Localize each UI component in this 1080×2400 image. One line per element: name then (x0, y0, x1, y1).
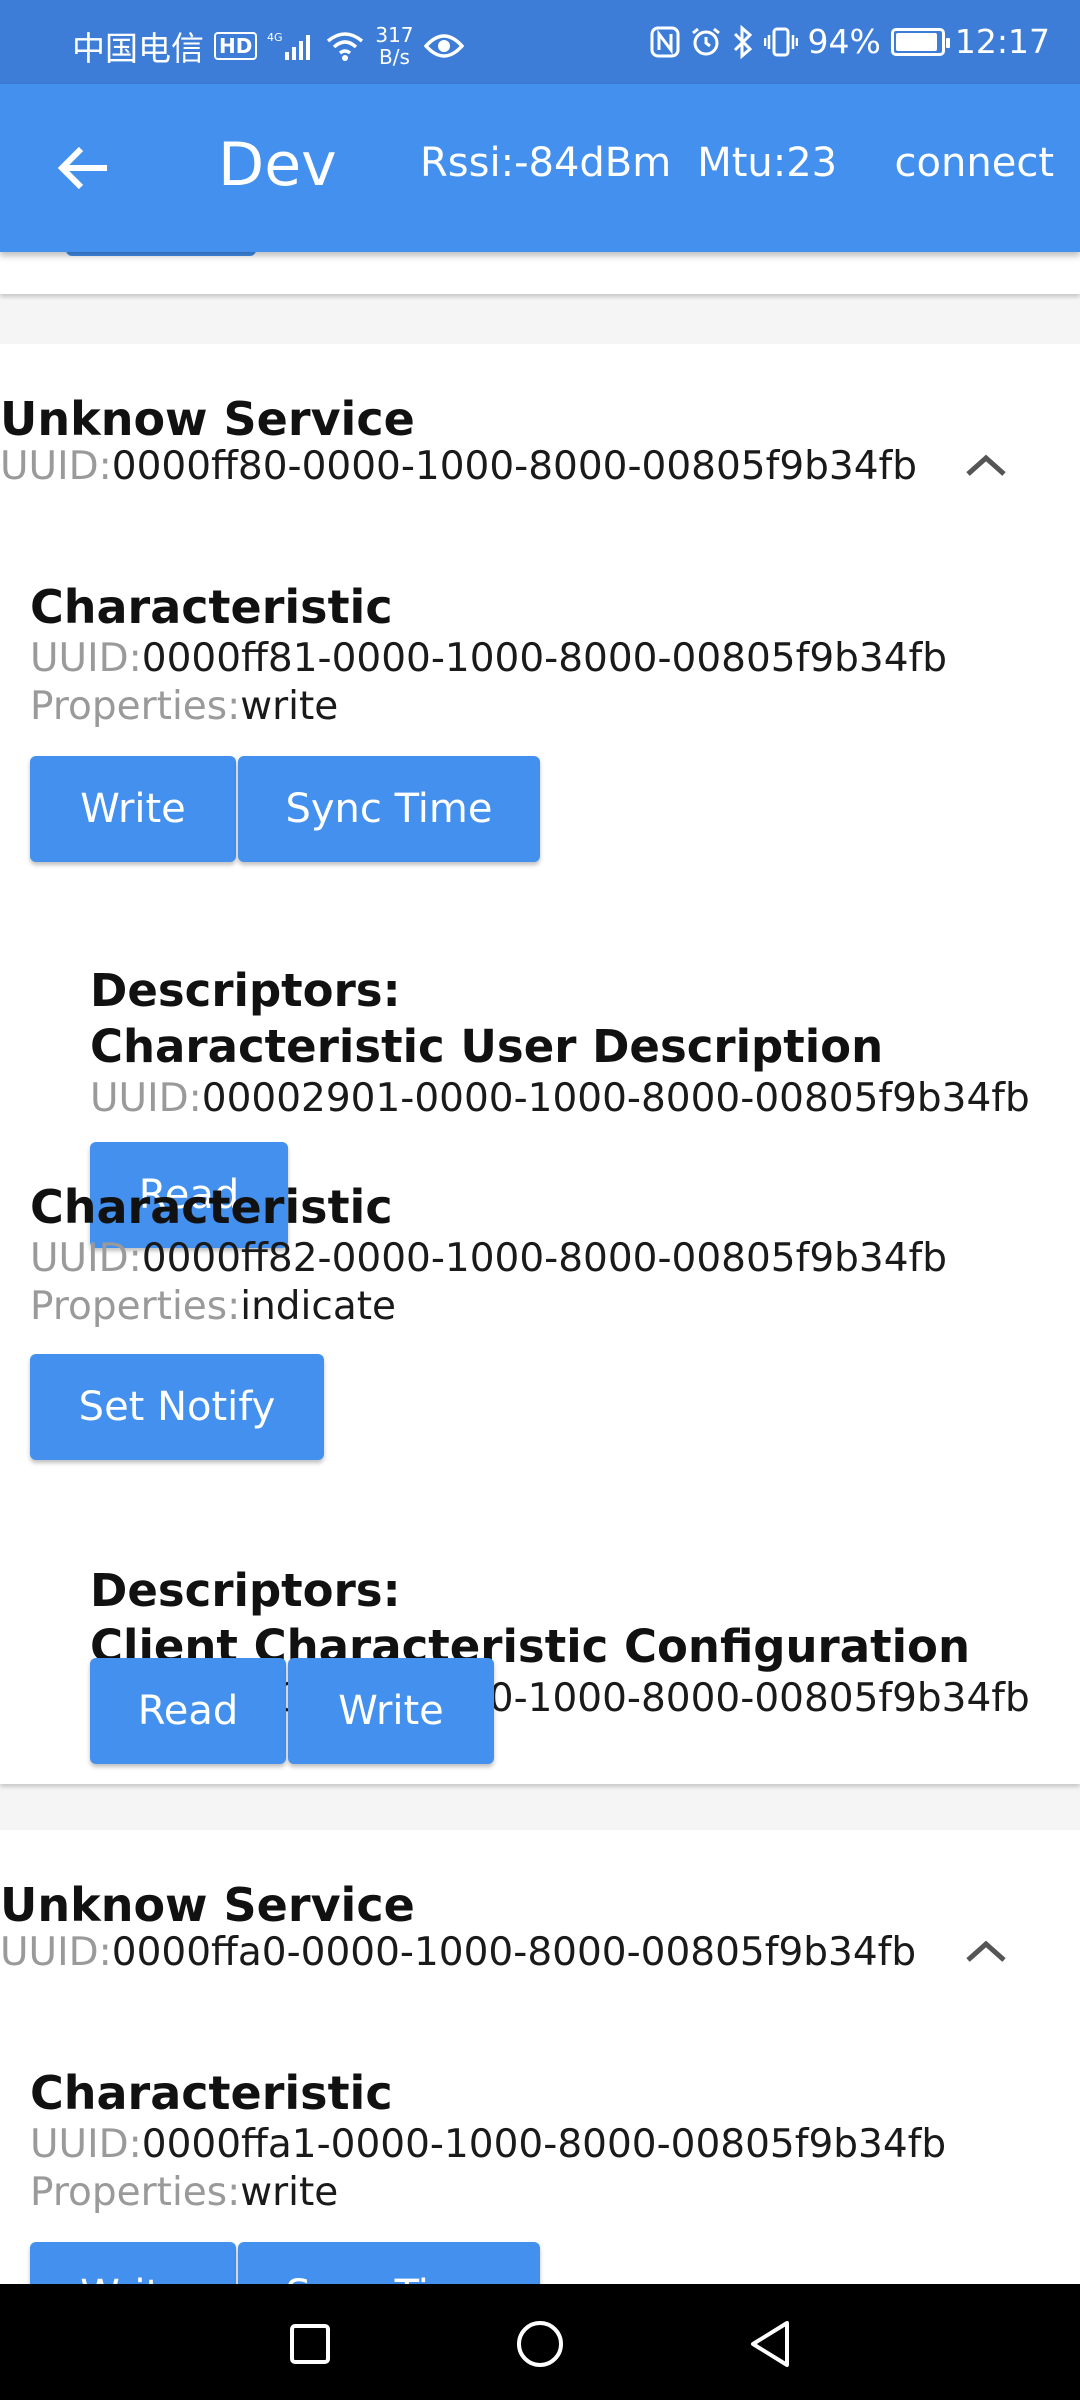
service-title: Unknow Service (0, 392, 415, 446)
set-notify-button[interactable]: Set Notify (30, 1354, 324, 1460)
device-info: Rssi:-84dBm Mtu:23 (420, 140, 837, 186)
read-button[interactable]: Read (90, 1658, 286, 1764)
write-button[interactable]: Write (30, 756, 236, 862)
circle-icon (517, 2321, 563, 2367)
descriptors-heading: Descriptors: (90, 1564, 401, 1617)
characteristic-uuid: UUID:0000ff82-0000-1000-8000-00805f9b34f… (30, 1236, 947, 1281)
uuid-value: 00002901-0000-1000-8000-00805f9b34fb (201, 1076, 1030, 1121)
properties-value: write (240, 2170, 339, 2215)
write-button[interactable]: Write (288, 1658, 494, 1764)
hd-badge: HD (214, 32, 258, 60)
uuid-label: UUID: (30, 1236, 142, 1281)
properties-label: Properties: (30, 1284, 241, 1329)
characteristic-uuid: UUID:0000ffa1-0000-1000-8000-00805f9b34f… (30, 2122, 946, 2167)
properties-label: Properties: (30, 2170, 241, 2215)
speed-unit: B/s (378, 45, 410, 69)
uuid-value: 0000ff80-0000-1000-8000-00805f9b34fb (111, 444, 918, 489)
uuid-label: UUID: (30, 2122, 142, 2167)
app-bar: Dev Rssi:-84dBm Mtu:23 connect (0, 84, 1080, 252)
square-icon (290, 2324, 330, 2364)
sync-time-button[interactable]: Sync Time (238, 2242, 540, 2284)
page-title: Dev (218, 130, 337, 200)
chevron-up-icon[interactable] (962, 1936, 1010, 1968)
battery-icon (890, 27, 950, 56)
network-speed: 317 B/s (375, 24, 413, 68)
alarm-icon (690, 26, 722, 58)
characteristic-properties: Properties:write (30, 684, 338, 729)
properties-value: write (240, 684, 339, 729)
battery-percent: 94% (807, 22, 881, 61)
characteristic-properties: Properties:write (30, 2170, 338, 2215)
services-list[interactable]: Unknow Service UUID:0000ff80-0000-1000-8… (0, 84, 1080, 2284)
characteristic-title: Characteristic (30, 2066, 393, 2120)
descriptors-heading: Descriptors: (90, 964, 401, 1017)
uuid-label: UUID: (0, 1930, 112, 1975)
write-button[interactable]: Write (30, 2242, 236, 2284)
back-button[interactable] (52, 136, 116, 200)
eye-icon (423, 32, 464, 60)
service-uuid: UUID:0000ff80-0000-1000-8000-00805f9b34f… (0, 444, 917, 489)
descriptor-uuid: UUID:00002901-0000-1000-8000-00805f9b34f… (90, 1076, 1030, 1121)
service-title: Unknow Service (0, 1878, 415, 1932)
service-card: Unknow Service UUID:0000ffa0-0000-1000-8… (0, 1830, 1080, 2284)
characteristic-title: Characteristic (30, 580, 393, 634)
home-button[interactable] (510, 2314, 570, 2374)
carrier-name: 中国电信 (72, 29, 204, 68)
system-nav-bar (0, 2284, 1080, 2400)
characteristic-uuid: UUID:0000ff81-0000-1000-8000-00805f9b34f… (30, 636, 947, 681)
uuid-value: 0000ff81-0000-1000-8000-00805f9b34fb (141, 636, 948, 681)
uuid-label: UUID: (90, 1076, 202, 1121)
connect-button[interactable]: connect (895, 140, 1054, 186)
descriptor-name: Characteristic User Description (90, 1020, 884, 1073)
status-bar-right: 94% 12:17 (650, 22, 1050, 61)
status-bar: 中国电信 HD 4G 317 B/s 94% 12:17 (0, 0, 1080, 84)
uuid-label: UUID: (0, 444, 112, 489)
arrow-left-icon (57, 146, 107, 190)
properties-value: indicate (240, 1284, 397, 1329)
clock: 12:17 (954, 22, 1050, 61)
bluetooth-icon (732, 24, 754, 59)
rssi-value: Rssi:-84dBm (420, 140, 672, 186)
network-type: 4G (267, 31, 283, 44)
sync-time-button[interactable]: Sync Time (238, 756, 540, 862)
uuid-value: 0000ff82-0000-1000-8000-00805f9b34fb (141, 1236, 948, 1281)
signal-icon: 4G (267, 30, 315, 62)
uuid-value: 0000ffa0-0000-1000-8000-00805f9b34fb (111, 1930, 917, 1975)
speed-value: 317 (375, 23, 414, 47)
chevron-up-icon[interactable] (962, 450, 1010, 482)
status-bar-left: 中国电信 HD 4G 317 B/s (72, 22, 464, 70)
recent-apps-button[interactable] (280, 2314, 340, 2374)
characteristic-properties: Properties:indicate (30, 1284, 396, 1329)
uuid-label: UUID: (30, 636, 142, 681)
properties-label: Properties: (30, 684, 241, 729)
service-uuid: UUID:0000ffa0-0000-1000-8000-00805f9b34f… (0, 1930, 916, 1975)
back-nav-button[interactable] (740, 2314, 800, 2374)
wifi-icon (325, 30, 365, 62)
mtu-value: Mtu:23 (697, 140, 838, 186)
service-card: Unknow Service UUID:0000ff80-0000-1000-8… (0, 344, 1080, 1784)
triangle-left-icon (751, 2321, 789, 2367)
uuid-value: 0000ffa1-0000-1000-8000-00805f9b34fb (141, 2122, 947, 2167)
characteristic-title: Characteristic (30, 1180, 393, 1234)
battery-fill (895, 32, 938, 51)
nfc-icon (650, 26, 680, 58)
vibrate-icon (763, 26, 798, 58)
